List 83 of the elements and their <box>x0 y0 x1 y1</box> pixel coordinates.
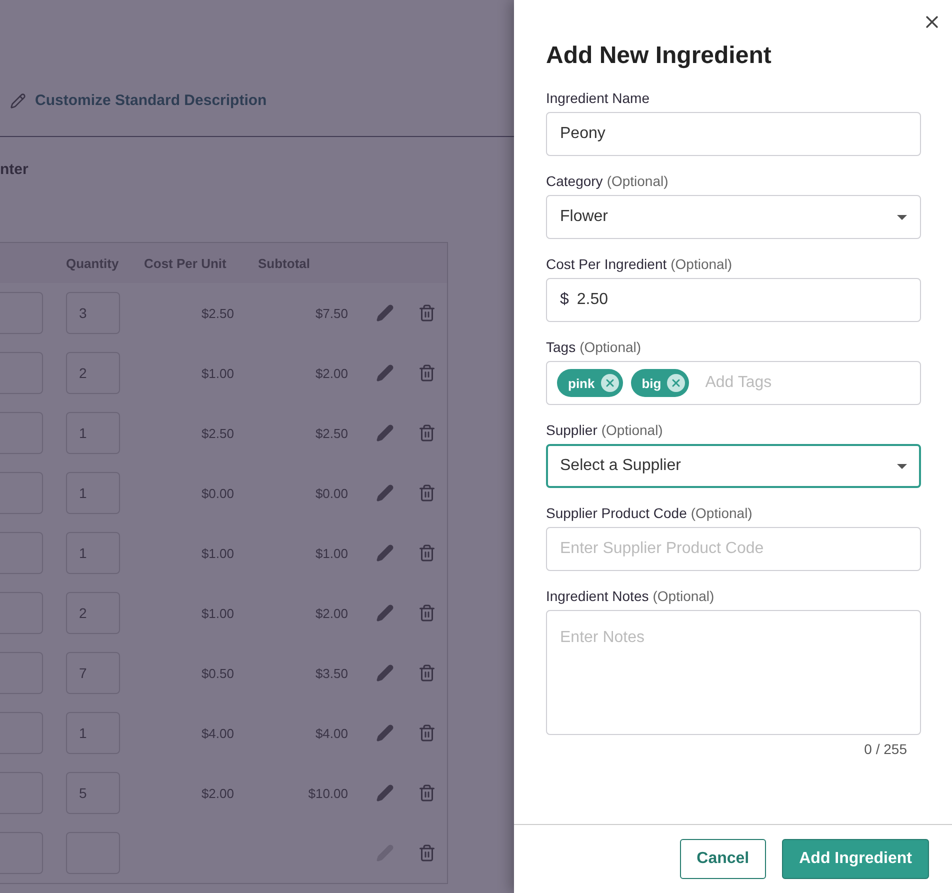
subtotal: $2.00 <box>315 366 349 380</box>
pencil-icon[interactable] <box>376 604 394 622</box>
column-header: Subtotal <box>257 256 311 270</box>
optional-hint: (Optional) <box>652 588 714 604</box>
quantity-field[interactable]: 1 <box>66 412 120 454</box>
dropdown-caret-icon <box>897 464 907 468</box>
trash-icon[interactable] <box>418 484 436 502</box>
remove-tag-icon[interactable] <box>600 374 619 392</box>
column-header: Quantity <box>65 256 120 270</box>
tag-chip: big <box>630 369 690 397</box>
select-field[interactable]: Select a Supplier <box>546 444 921 488</box>
input-field[interactable]: Peony <box>546 112 921 156</box>
subtotal: $3.50 <box>315 666 349 680</box>
pencil-icon[interactable] <box>376 424 394 442</box>
column-header: Cost Per Unit <box>143 256 228 270</box>
subtotal: $1.00 <box>315 546 349 560</box>
quantity-field[interactable]: 1 <box>66 472 120 514</box>
input-field[interactable]: Enter Supplier Product Code <box>546 527 921 571</box>
trash-icon[interactable] <box>418 784 436 802</box>
dropdown-caret-icon <box>897 214 907 220</box>
pencil-icon[interactable] <box>376 364 394 382</box>
quantity-field[interactable]: 7 <box>66 652 120 694</box>
pencil-icon[interactable] <box>376 304 394 322</box>
subtotal: $4.00 <box>315 726 349 740</box>
pencil-icon <box>10 92 26 108</box>
input-field[interactable]: $ 2.50 <box>546 278 921 322</box>
notes-field[interactable]: Enter Notes <box>546 610 921 735</box>
pencil-icon[interactable] <box>376 664 394 682</box>
field-label: Ingredient Notes <box>546 588 649 604</box>
trash-icon[interactable] <box>418 364 436 382</box>
pencil-icon[interactable] <box>376 724 394 742</box>
select-field[interactable]: Flower <box>546 195 921 239</box>
optional-hint: (Optional) <box>606 173 668 189</box>
subtotal: $2.50 <box>315 426 349 440</box>
cost-per-unit: $1.00 <box>201 606 235 620</box>
field-label: Tags <box>546 339 576 355</box>
cost-per-unit: $2.00 <box>201 786 235 800</box>
quantity-field[interactable]: 1 <box>66 712 120 754</box>
add-ingredient-button[interactable]: Add Ingredient <box>782 839 929 879</box>
pencil-icon[interactable] <box>376 544 394 562</box>
quantity-field[interactable]: 3 <box>66 292 120 334</box>
optional-hint: (Optional) <box>580 339 642 355</box>
trash-icon[interactable] <box>418 844 436 862</box>
section-heading: nter <box>0 161 30 178</box>
drawer-title: Add New Ingredient <box>546 42 772 70</box>
cancel-button[interactable]: Cancel <box>680 839 766 879</box>
optional-hint: (Optional) <box>601 422 663 438</box>
field-label: Cost Per Ingredient <box>546 256 667 272</box>
subtotal: $0.00 <box>315 486 349 500</box>
trash-icon[interactable] <box>418 604 436 622</box>
trash-icon[interactable] <box>418 424 436 442</box>
quantity-field[interactable]: 2 <box>66 352 120 394</box>
subtotal: $2.00 <box>315 606 349 620</box>
quantity-field[interactable]: 5 <box>66 772 120 814</box>
currency-prefix: $ <box>560 291 569 309</box>
cost-per-unit: $2.50 <box>201 306 235 320</box>
cost-per-unit: $4.00 <box>201 726 235 740</box>
subtotal: $7.50 <box>315 306 349 320</box>
field-label: Supplier <box>546 422 598 438</box>
pencil-icon[interactable] <box>376 784 394 802</box>
field-label: Ingredient Name <box>546 90 650 106</box>
cost-per-unit: $0.00 <box>201 486 235 500</box>
trash-icon[interactable] <box>418 664 436 682</box>
cost-per-unit: $1.00 <box>201 546 235 560</box>
customize-description-link[interactable]: Customize Standard Description <box>10 92 267 109</box>
cost-per-unit: $1.00 <box>201 366 235 380</box>
character-counter: 0 / 255 <box>864 741 907 757</box>
optional-hint: (Optional) <box>690 505 752 521</box>
cost-per-unit: $2.50 <box>201 426 235 440</box>
trash-icon[interactable] <box>418 724 436 742</box>
quantity-field[interactable]: 1 <box>66 532 120 574</box>
pencil-icon[interactable] <box>376 484 394 502</box>
remove-tag-icon[interactable] <box>667 374 686 392</box>
tag-chip: pink <box>557 369 623 397</box>
trash-icon[interactable] <box>418 304 436 322</box>
field-label: Category <box>546 173 603 189</box>
cost-per-unit: $0.50 <box>201 666 235 680</box>
subtotal: $10.00 <box>308 786 349 800</box>
trash-icon[interactable] <box>418 544 436 562</box>
tags-field[interactable]: pink big Add Tags <box>546 361 921 405</box>
field-label: Supplier Product Code <box>546 505 687 521</box>
quantity-field[interactable]: 2 <box>66 592 120 634</box>
optional-hint: (Optional) <box>670 256 732 272</box>
